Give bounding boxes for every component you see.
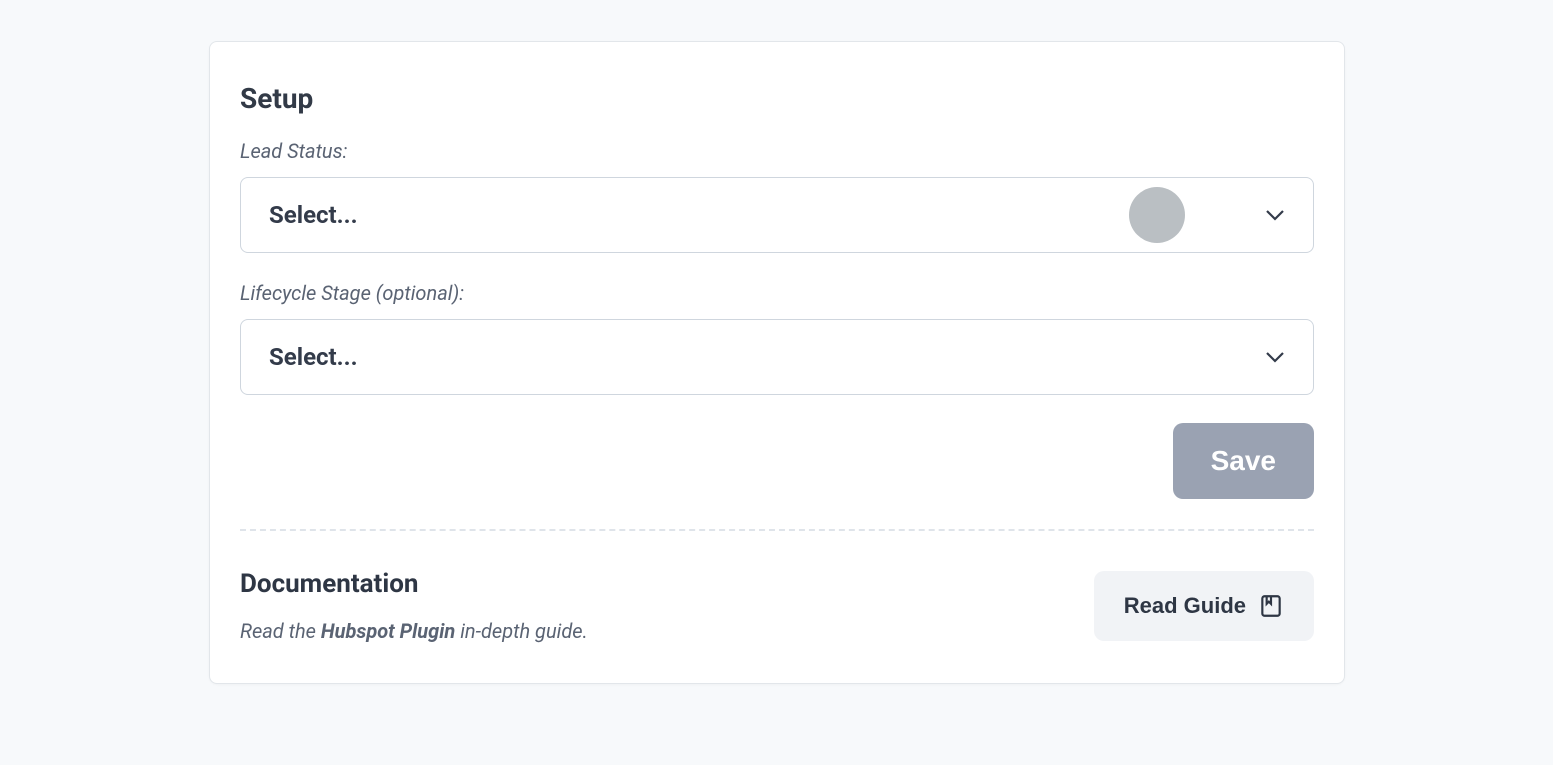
chevron-down-icon <box>1265 351 1285 363</box>
doc-desc-prefix: Read the <box>240 619 321 643</box>
chevron-down-icon <box>1265 209 1285 221</box>
section-divider <box>240 529 1314 531</box>
lifecycle-stage-select[interactable]: Select... <box>240 319 1314 395</box>
read-guide-label: Read Guide <box>1124 593 1246 619</box>
setup-heading: Setup <box>240 82 1314 115</box>
lead-status-label: Lead Status: <box>240 139 1314 163</box>
lead-status-value: Select... <box>269 201 1265 229</box>
documentation-row: Documentation Read the Hubspot Plugin in… <box>240 569 1314 643</box>
save-button[interactable]: Save <box>1173 423 1314 499</box>
documentation-heading: Documentation <box>240 569 588 599</box>
read-guide-button[interactable]: Read Guide <box>1094 571 1314 641</box>
settings-card: Setup Lead Status: Select... Lifecycle S… <box>209 41 1345 684</box>
save-row: Save <box>240 423 1314 499</box>
doc-desc-bold: Hubspot Plugin <box>321 619 455 643</box>
lifecycle-stage-value: Select... <box>269 343 1265 371</box>
lifecycle-stage-label: Lifecycle Stage (optional): <box>240 281 1314 305</box>
documentation-description: Read the Hubspot Plugin in-depth guide. <box>240 619 588 643</box>
book-icon <box>1258 593 1284 619</box>
doc-desc-suffix: in-depth guide. <box>455 619 587 643</box>
lead-status-select[interactable]: Select... <box>240 177 1314 253</box>
